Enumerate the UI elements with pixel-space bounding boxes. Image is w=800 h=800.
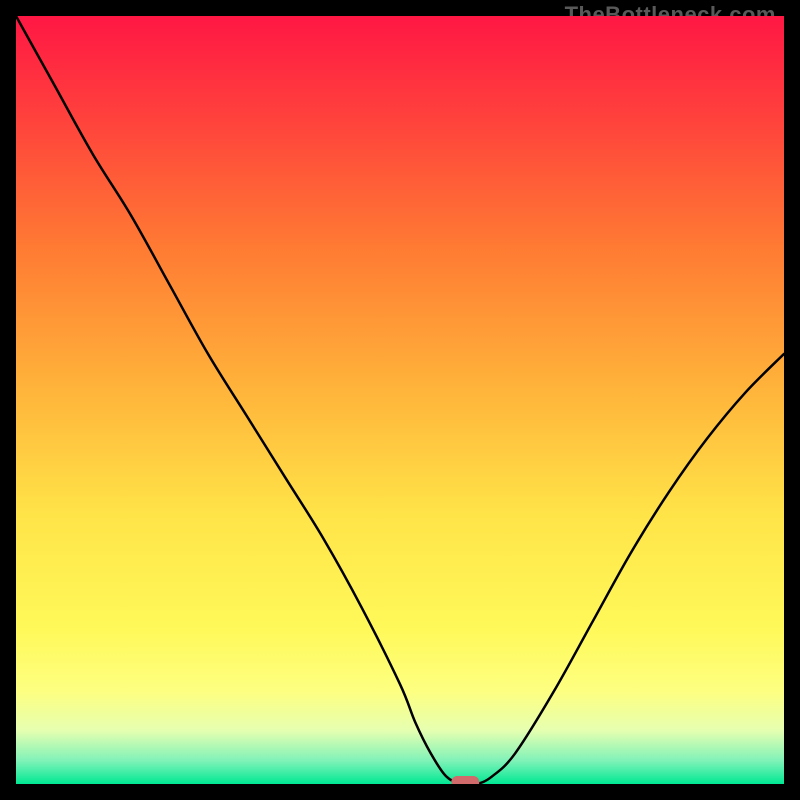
plot-area <box>16 16 784 784</box>
min-marker <box>451 776 479 784</box>
gradient-background <box>16 16 784 784</box>
bottleneck-chart <box>16 16 784 784</box>
chart-frame: TheBottleneck.com <box>0 0 800 800</box>
